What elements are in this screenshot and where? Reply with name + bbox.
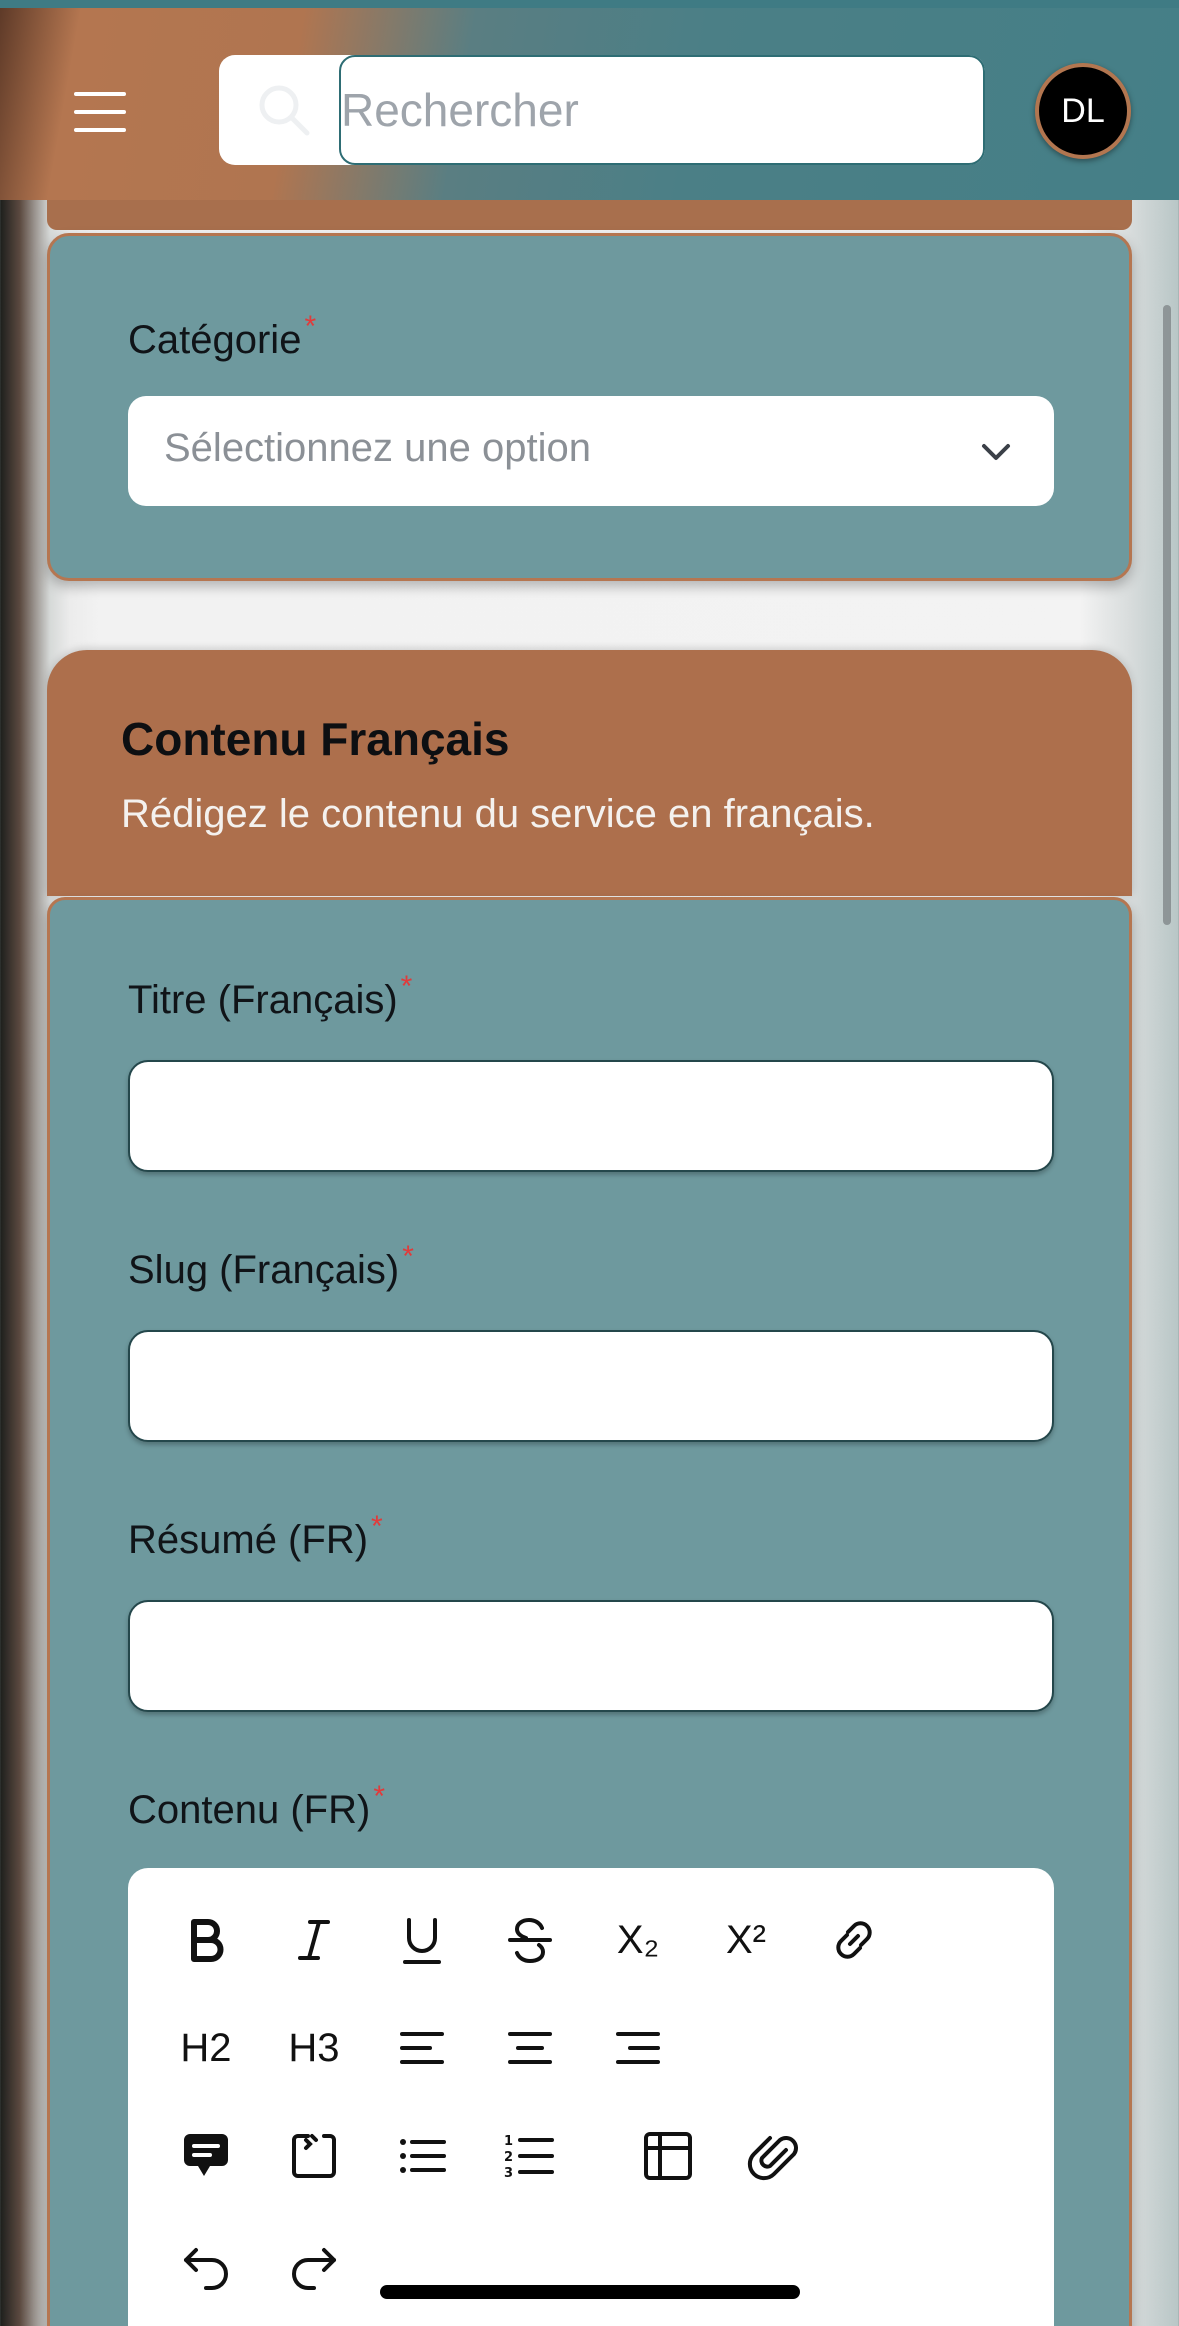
search-bar — [219, 55, 985, 165]
bold-button[interactable] — [166, 1900, 246, 1980]
title-label-text: Titre (Français) — [128, 978, 398, 1022]
category-label: Catégorie * — [128, 310, 316, 363]
underline-icon — [403, 1918, 441, 1964]
required-asterisk: * — [371, 1510, 383, 1543]
align-left-button[interactable] — [382, 2008, 462, 2088]
heading-3-icon: H3 — [288, 2025, 340, 2070]
category-select-placeholder: Sélectionnez une option — [164, 426, 591, 470]
align-center-icon — [508, 2032, 552, 2064]
svg-text:1: 1 — [504, 2134, 513, 2149]
align-center-button[interactable] — [490, 2008, 570, 2088]
avatar[interactable]: DL — [1035, 63, 1131, 159]
align-left-icon — [400, 2032, 444, 2064]
link-button[interactable] — [814, 1900, 894, 1980]
bold-icon — [191, 1919, 224, 1962]
align-right-icon — [616, 2032, 660, 2064]
paperclip-icon — [747, 2136, 798, 2181]
code-block-button[interactable] — [274, 2116, 354, 2196]
french-content-card: Titre (Français) * Slug (Français) * Résum… — [47, 897, 1132, 2326]
slug-input[interactable] — [128, 1330, 1054, 1442]
top-app-bar: DL — [0, 0, 1179, 200]
underline-button[interactable] — [382, 1900, 462, 1980]
superscript-icon: X² — [726, 1917, 766, 1962]
italic-button[interactable] — [274, 1900, 354, 1980]
content-label: Contenu (FR) * — [128, 1780, 385, 1833]
scrollbar[interactable] — [1163, 305, 1171, 925]
category-label-text: Catégorie — [128, 318, 302, 362]
italic-icon — [298, 1920, 330, 1960]
content-label-text: Contenu (FR) — [128, 1788, 371, 1832]
subscript-button[interactable]: X₂ — [598, 1900, 678, 1980]
ordered-list-button[interactable]: 123 — [490, 2116, 570, 2196]
redo-icon — [292, 2248, 336, 2290]
undo-button[interactable] — [166, 2224, 246, 2304]
rich-text-editor[interactable]: X₂ X² H2 H3 1 2 3 — [128, 1868, 1054, 2326]
bullet-list-button[interactable] — [382, 2116, 462, 2196]
blockquote-button[interactable] — [166, 2116, 246, 2196]
strikethrough-icon — [508, 1917, 552, 1964]
align-right-button[interactable] — [598, 2008, 678, 2088]
section-title: Contenu Français — [121, 713, 510, 765]
required-asterisk: * — [400, 970, 413, 1003]
heading-2-icon: H2 — [180, 2025, 232, 2070]
summary-label-text: Résumé (FR) — [128, 1518, 369, 1562]
table-icon — [644, 2132, 692, 2180]
required-asterisk: * — [373, 1780, 385, 1813]
section-header-french-content: Contenu Français Rédigez le contenu du s… — [47, 650, 1132, 896]
table-button[interactable] — [628, 2116, 708, 2196]
heading-3-button[interactable]: H3 — [274, 2008, 354, 2088]
slug-label: Slug (Français) * — [128, 1240, 414, 1293]
search-input[interactable] — [339, 55, 985, 165]
chevron-down-icon — [982, 444, 1010, 460]
slug-label-text: Slug (Français) — [128, 1248, 400, 1292]
category-card: Catégorie * Sélectionnez une option — [47, 233, 1132, 581]
code-block-icon — [292, 2134, 336, 2178]
hamburger-menu-icon[interactable] — [66, 86, 138, 138]
bullet-list-icon — [400, 2139, 446, 2173]
search-icon — [259, 85, 310, 136]
blockquote-icon — [184, 2134, 228, 2176]
redo-button[interactable] — [274, 2224, 354, 2304]
ordered-list-icon: 123 — [504, 2134, 554, 2181]
strikethrough-button[interactable] — [490, 1900, 570, 1980]
svg-text:3: 3 — [504, 2166, 513, 2181]
link-icon — [836, 1921, 872, 1959]
attachment-button[interactable] — [734, 2116, 814, 2196]
summary-label: Résumé (FR) * — [128, 1510, 383, 1563]
undo-icon — [184, 2248, 228, 2290]
title-label: Titre (Français) * — [128, 970, 412, 1023]
previous-card-edge — [47, 200, 1132, 230]
summary-input[interactable] — [128, 1600, 1054, 1712]
section-subtitle: Rédigez le contenu du service en françai… — [121, 792, 875, 836]
home-indicator[interactable] — [380, 2285, 800, 2299]
superscript-button[interactable]: X² — [706, 1900, 786, 1980]
category-select[interactable]: Sélectionnez une option — [128, 396, 1054, 506]
svg-text:2: 2 — [504, 2150, 513, 2165]
heading-2-button[interactable]: H2 — [166, 2008, 246, 2088]
required-asterisk: * — [304, 310, 317, 343]
title-input[interactable] — [128, 1060, 1054, 1172]
required-asterisk: * — [402, 1240, 414, 1273]
subscript-icon: X₂ — [616, 1917, 660, 1962]
